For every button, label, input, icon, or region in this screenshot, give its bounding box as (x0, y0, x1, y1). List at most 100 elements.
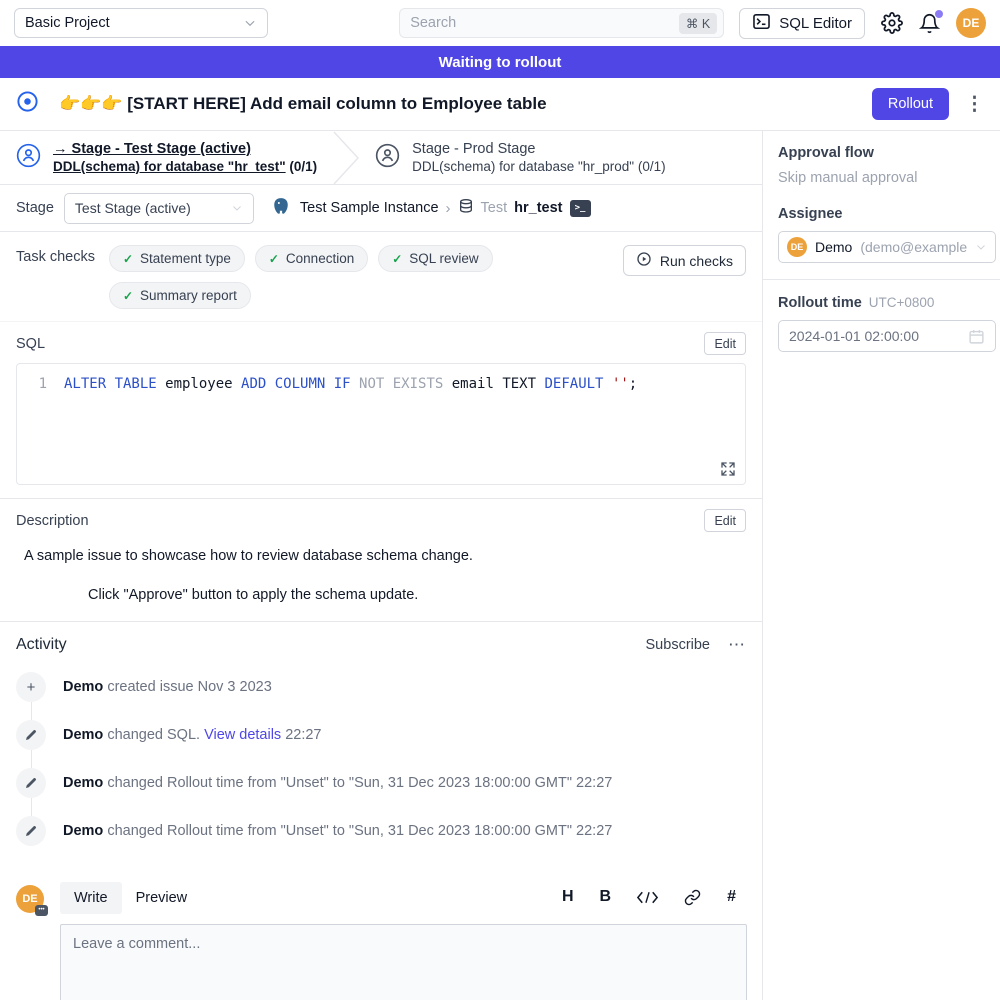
expand-fullscreen-icon[interactable] (720, 461, 736, 477)
status-banner: Waiting to rollout (0, 46, 1000, 78)
pencil-icon (16, 768, 46, 798)
check-icon: ✓ (123, 289, 133, 303)
stage-card-test[interactable]: → Stage - Test Stage (active) DDL(schema… (0, 131, 333, 184)
description-label: Description (16, 513, 89, 529)
chevron-down-icon (243, 16, 257, 30)
sql-editor-button[interactable]: SQL Editor (739, 8, 865, 39)
stage-select-bar: Stage Test Stage (active) Test Sample In… (0, 185, 762, 232)
stage-dropdown[interactable]: Test Stage (active) (64, 193, 254, 224)
task-check-pill[interactable]: ✓Connection (255, 245, 368, 272)
person-circle-icon (375, 143, 400, 173)
activity-menu-kebab-icon[interactable]: ⋯ (728, 635, 746, 655)
activity-actor: Demo (63, 823, 103, 839)
settings-gear-icon[interactable] (881, 12, 903, 34)
activity-item: Demo changed Rollout time from "Unset" t… (16, 816, 746, 846)
description-section: Description Edit A sample issue to showc… (0, 509, 762, 622)
link-icon[interactable] (684, 889, 701, 906)
bold-icon[interactable]: B (600, 888, 612, 906)
task-check-label: SQL review (409, 251, 478, 266)
task-check-label: Summary report (140, 288, 237, 303)
main-panel: → Stage - Test Stage (active) DDL(schema… (0, 131, 763, 1000)
search-input[interactable]: Search ⌘ K (399, 8, 724, 38)
issue-menu-kebab-icon[interactable]: ⋮ (965, 93, 984, 116)
environment-label: Test (481, 200, 508, 216)
line-number: 1 (17, 376, 47, 392)
page-title: 👉👉👉 [START HERE] Add email column to Emp… (59, 94, 547, 114)
description-text: A sample issue to showcase how to review… (24, 548, 746, 564)
sql-token: email TEXT (443, 376, 544, 392)
activity-section: Activity Subscribe ⋯ +Demo created issue… (0, 635, 762, 846)
stage-dropdown-value: Test Stage (active) (75, 200, 191, 216)
activity-text: Demo changed Rollout time from "Unset" t… (63, 775, 612, 791)
code-icon[interactable] (637, 890, 658, 905)
stage-label: Stage (16, 200, 54, 216)
sql-token (604, 376, 612, 392)
description-edit-button[interactable]: Edit (704, 509, 746, 532)
user-avatar[interactable]: DE (956, 8, 986, 38)
rollout-time-input[interactable]: 2024-01-01 02:00:00 (778, 320, 996, 352)
stage-card-prod[interactable]: Stage - Prod Stage DDL(schema) for datab… (359, 131, 681, 184)
stage-task: DDL(schema) for database "hr_prod" (412, 159, 634, 174)
task-checks-row: Task checks ✓Statement type✓Connection✓S… (0, 232, 762, 322)
notification-dot (935, 10, 943, 18)
task-check-pill[interactable]: ✓SQL review (378, 245, 492, 272)
sql-label: SQL (16, 336, 45, 352)
sql-section: SQL Edit 1 ALTER TABLE employee ADD COLU… (0, 332, 762, 499)
timeline-connector (31, 702, 32, 720)
pencil-icon (16, 720, 46, 750)
sql-edit-button[interactable]: Edit (704, 332, 746, 355)
task-check-pill[interactable]: ✓ Summary report (109, 282, 251, 309)
sidebar-divider (763, 279, 1000, 280)
comment-avatar: DE ••• (16, 885, 44, 913)
stage-separator-chevron (333, 131, 359, 185)
comment-editor: DE ••• Write Preview H B # (0, 882, 762, 1000)
sql-token: ALTER TABLE (64, 376, 157, 392)
run-circle-play-icon (636, 251, 652, 270)
task-checks-list: ✓Statement type ✓Connection ✓SQL review ✓ Su… (109, 245, 521, 309)
project-name: Basic Project (25, 15, 110, 31)
open-sql-editor-icon[interactable]: >_ (570, 200, 591, 217)
timeline-connector (31, 750, 32, 768)
tab-preview[interactable]: Preview (122, 882, 202, 914)
assignee-label: Assignee (778, 206, 996, 222)
notification-bell-icon[interactable] (919, 13, 940, 34)
stage-title: Stage - Prod Stage (412, 141, 665, 157)
run-checks-button[interactable]: Run checks (623, 245, 746, 276)
stage-task-count: (0/1) (634, 159, 666, 174)
postgresql-icon (272, 197, 290, 220)
view-details-link[interactable]: View details (204, 727, 281, 743)
database-name-link[interactable]: hr_test (514, 200, 562, 216)
sql-token (351, 376, 359, 392)
task-check-pill[interactable]: ✓Statement type (109, 245, 245, 272)
comment-tabs: Write Preview (60, 882, 201, 914)
assignee-select[interactable]: DE Demo (demo@example (778, 231, 996, 263)
activity-actor: Demo (63, 775, 103, 791)
instance-link[interactable]: Test Sample Instance (300, 200, 439, 216)
chevron-down-icon (231, 202, 243, 214)
issue-header: 👉👉👉 [START HERE] Add email column to Emp… (0, 78, 1000, 131)
heading-icon[interactable]: H (562, 888, 574, 906)
activity-item: Demo changed Rollout time from "Unset" t… (16, 768, 746, 798)
chevron-down-icon (975, 241, 987, 253)
activity-actor: Demo (63, 727, 103, 743)
hash-icon[interactable]: # (727, 888, 736, 906)
project-selector[interactable]: Basic Project (14, 8, 268, 38)
activity-item: Demo changed SQL. View details 22:27 (16, 720, 746, 750)
rollout-button[interactable]: Rollout (872, 88, 949, 120)
pencil-icon (16, 816, 46, 846)
stage-title: Stage - Test Stage (active) (72, 141, 251, 157)
task-checks-label: Task checks (16, 249, 95, 265)
calendar-icon[interactable] (968, 328, 985, 345)
tab-write[interactable]: Write (60, 882, 122, 914)
database-icon (458, 198, 474, 218)
approval-flow-value: Skip manual approval (778, 170, 996, 186)
comment-toolbar: H B # (562, 882, 746, 906)
comment-input[interactable] (60, 924, 747, 1000)
rollout-time-label: Rollout time (778, 295, 862, 311)
activity-label: Activity (16, 636, 67, 654)
breadcrumb-separator: › (446, 200, 451, 217)
sql-editor-label: SQL Editor (779, 15, 852, 32)
sql-token: employee (157, 376, 241, 392)
subscribe-button[interactable]: Subscribe (646, 637, 710, 653)
search-shortcut-badge: ⌘ K (679, 13, 717, 34)
